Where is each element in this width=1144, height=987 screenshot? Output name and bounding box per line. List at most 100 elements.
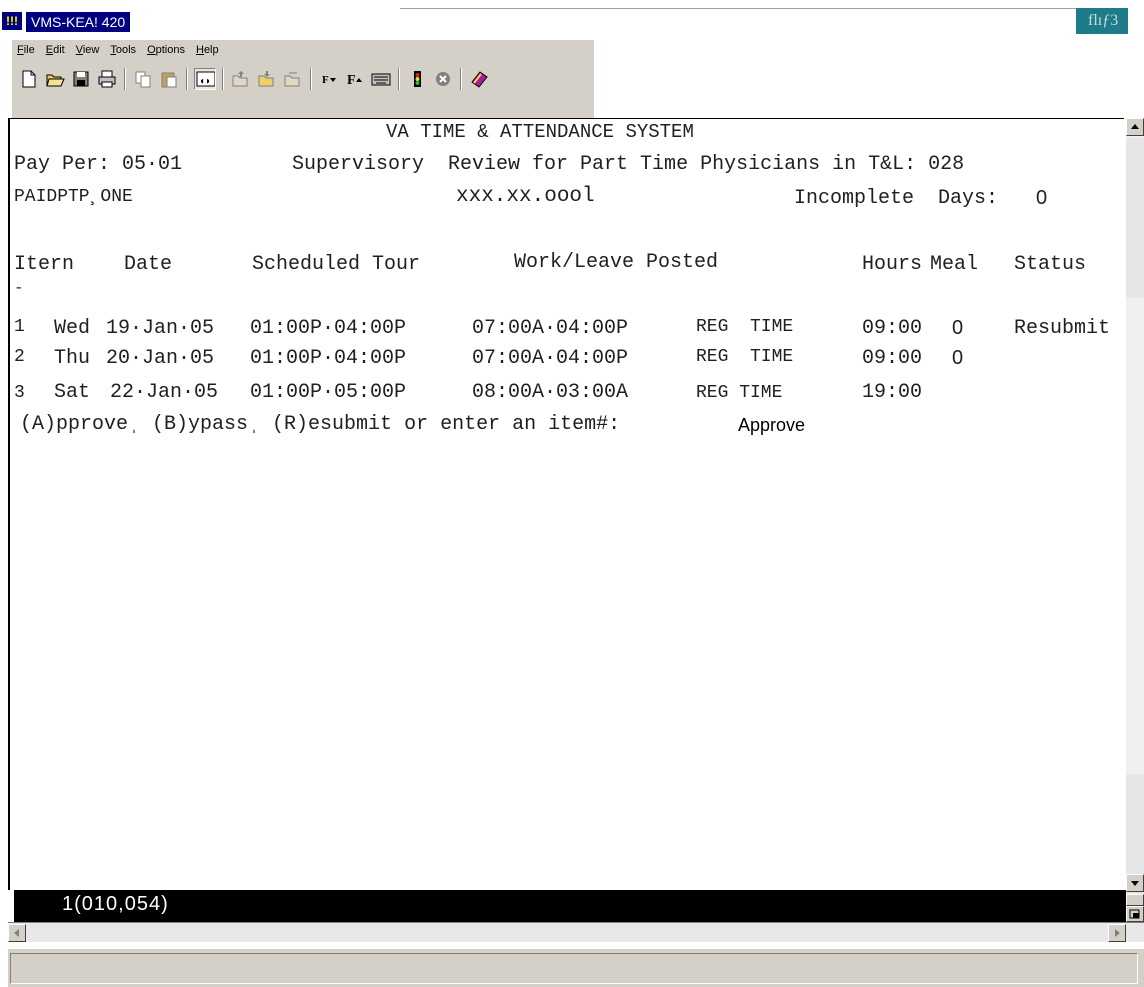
vertical-scrollbar[interactable] — [1126, 118, 1144, 922]
scroll-right-button[interactable] — [1108, 924, 1126, 942]
keyboard-icon — [371, 73, 391, 86]
print-button[interactable] — [96, 68, 118, 90]
stop-icon — [436, 72, 450, 86]
employee-name: PAIDPTP¸ONE — [14, 187, 133, 207]
new-document-icon — [22, 70, 36, 88]
receive-file-button[interactable] — [256, 68, 278, 90]
keyboard-button[interactable] — [370, 68, 392, 90]
arrow-down-icon — [1131, 881, 1139, 886]
table-row-type: REG TIME — [696, 347, 794, 367]
table-row-meal: 0 — [952, 317, 964, 339]
command-response[interactable]: Approve — [738, 415, 805, 436]
svg-text:F: F — [347, 73, 356, 88]
open-folder-button[interactable] — [44, 68, 66, 90]
print-icon — [98, 70, 116, 88]
font-increase-button[interactable]: F — [344, 68, 366, 90]
arrow-right-icon — [1115, 929, 1120, 937]
app-icon[interactable]: !!! — [2, 12, 22, 30]
status-bar-panel — [10, 953, 1138, 984]
toolbar-separator — [460, 68, 462, 90]
table-row-status: Resubmit — [1014, 317, 1111, 340]
scroll-down-button[interactable] — [1126, 874, 1144, 892]
copy-icon — [135, 71, 151, 88]
stop-button[interactable] — [432, 68, 454, 90]
pay-period: Pay Per: 05·01 — [14, 153, 183, 176]
new-document-button[interactable] — [18, 68, 40, 90]
transfer-icon — [284, 72, 300, 87]
table-row-date: 19·Jan·05 — [106, 317, 215, 340]
font-decrease-button[interactable]: F — [318, 68, 340, 90]
cursor-position: 1(010,054) — [62, 893, 169, 915]
scroll-up-button[interactable] — [1126, 118, 1144, 136]
menu-file[interactable]: File — [12, 41, 41, 59]
open-folder-icon — [46, 74, 65, 87]
system-title: VA TIME & ATTENDANCE SYSTEM — [386, 121, 694, 143]
table-row-tour: 01:00P·04:00P — [250, 317, 407, 340]
terminal-status-line: 1(010,054) — [14, 890, 1126, 922]
transfer-button[interactable] — [282, 68, 304, 90]
connect-icon: ◖◗ — [196, 71, 215, 87]
window-title: VMS-KEA! 420 — [26, 12, 131, 32]
split-button[interactable] — [1126, 906, 1144, 922]
command-prompt: (A)pproveˌ (B)ypassˌ (R)esubmit or enter… — [20, 413, 621, 436]
horizontal-scrollbar[interactable] — [8, 922, 1144, 942]
send-file-button[interactable] — [230, 68, 252, 90]
terminal-screen[interactable]: VA TIME & ATTENDANCE SYSTEM Pay Per: 05·… — [8, 118, 1124, 890]
table-row-hours: 09:00 — [862, 347, 923, 370]
menu-help[interactable]: Help — [191, 41, 225, 59]
table-row-item: 3 — [14, 383, 25, 403]
table-row-meal: 0 — [952, 347, 964, 369]
traffic-light-button[interactable] — [406, 68, 428, 90]
col-date: Date — [124, 253, 173, 276]
table-row-posted: 07:00A·04:00P — [472, 347, 629, 370]
menu-tools[interactable]: Tools — [105, 41, 142, 59]
toolbar-separator — [398, 68, 400, 90]
paste-icon — [161, 72, 177, 88]
toolbar: ◖◗ F F — [16, 62, 492, 96]
traffic-light-icon — [414, 71, 421, 87]
corner-logo: flıƒ3 — [1076, 8, 1128, 34]
menu-bar: File Edit View Tools Options Help — [12, 41, 225, 59]
table-row-type: REG TIME — [696, 317, 794, 337]
table-row-posted: 07:00A·04:00P — [472, 317, 629, 340]
scroll-left-button[interactable] — [8, 924, 26, 942]
svg-text:F: F — [322, 74, 329, 86]
paste-button[interactable] — [158, 68, 180, 90]
col-scheduled-tour: Scheduled Tour — [252, 253, 421, 276]
svg-text:◖◗: ◖◗ — [199, 76, 211, 87]
receive-file-icon — [258, 71, 274, 87]
font-increase-icon: F — [347, 73, 362, 88]
book-button[interactable] — [468, 68, 490, 90]
arrow-up-icon — [1131, 124, 1139, 129]
table-row-posted: 08:00A·03:00A — [472, 381, 629, 404]
col-meal: Meal — [930, 253, 979, 276]
table-row-day: Wed — [54, 317, 91, 340]
font-decrease-icon: F — [322, 74, 336, 86]
send-file-icon — [232, 71, 248, 87]
review-title: Supervisory Review for Part Time Physici… — [292, 153, 965, 176]
menu-options[interactable]: Options — [142, 41, 191, 59]
table-row-tour: 01:00P·05:00P — [250, 381, 407, 404]
save-button[interactable] — [70, 68, 92, 90]
table-row-day: Thu — [54, 347, 91, 370]
header-divider: - — [14, 279, 24, 297]
col-status: Status — [1014, 253, 1087, 276]
menu-view[interactable]: View — [71, 41, 106, 59]
toolbar-separator — [186, 68, 188, 90]
table-row-hours: 09:00 — [862, 317, 923, 340]
scroll-track[interactable] — [1126, 138, 1144, 298]
col-hours: Hours — [862, 253, 923, 276]
scroll-page-button[interactable] — [1126, 894, 1144, 906]
copy-button[interactable] — [132, 68, 154, 90]
corner-logo-text: flıƒ3 — [1088, 12, 1119, 29]
table-row-day: Sat — [54, 381, 91, 404]
split-icon — [1129, 909, 1140, 919]
menu-edit[interactable]: Edit — [41, 41, 71, 59]
toolbar-separator — [222, 68, 224, 90]
book-icon — [471, 71, 488, 88]
title-bar: !!! VMS-KEA! 420 flıƒ3 — [0, 0, 1144, 40]
connect-button[interactable]: ◖◗ — [194, 68, 216, 90]
incomplete-days-label: Incomplete Days: — [794, 187, 999, 210]
table-row-type: REG TIME — [696, 383, 783, 403]
col-item: Itern — [14, 253, 75, 276]
